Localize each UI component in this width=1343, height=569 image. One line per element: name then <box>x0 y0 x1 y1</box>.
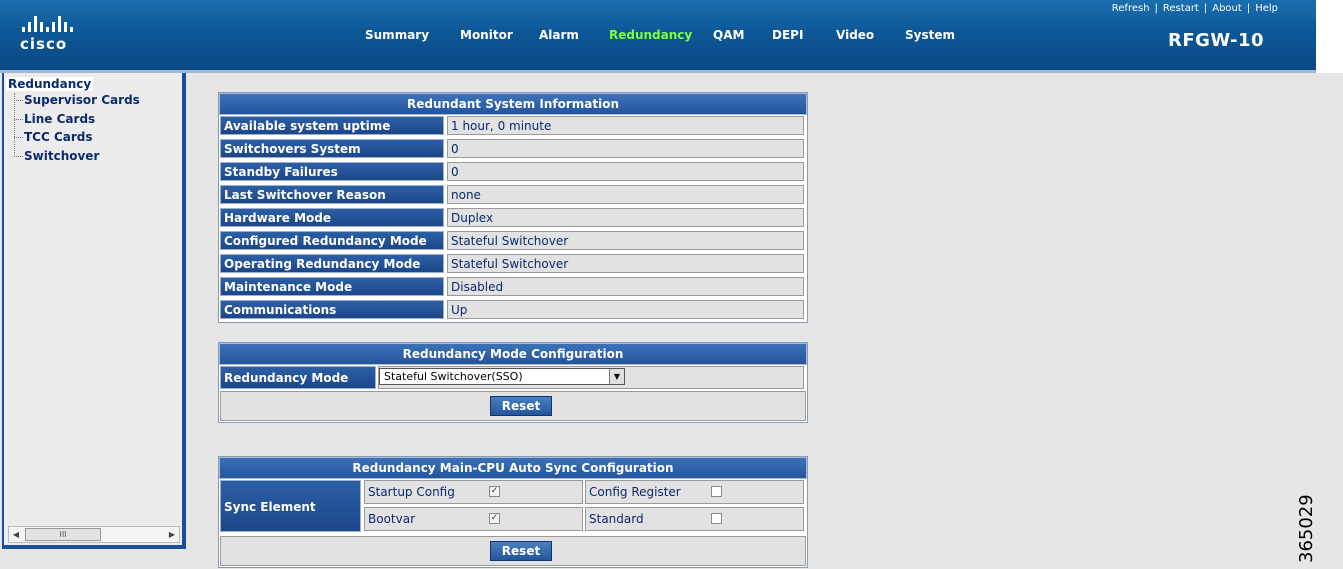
scroll-left-icon[interactable]: ◀ <box>9 527 23 542</box>
startup-config-checkbox[interactable]: ✓ <box>489 486 500 497</box>
nav-video[interactable]: Video <box>836 28 874 42</box>
standard-checkbox[interactable] <box>711 513 722 524</box>
navigation-tree: Redundancy Supervisor Cards Line Cards T… <box>2 73 186 549</box>
system-info-title: Redundant System Information <box>219 93 807 115</box>
mode-row: Redundancy Mode Stateful Switchover(SSO)… <box>219 365 807 390</box>
row-value: Disabled <box>447 277 804 296</box>
tree-item-tcc-cards[interactable]: TCC Cards <box>24 130 93 144</box>
sync-element-label: Sync Element <box>220 480 361 532</box>
tree-branch <box>14 100 23 101</box>
table-row: Maintenance Mode Disabled <box>219 276 807 299</box>
row-value: Stateful Switchover <box>447 231 804 250</box>
row-value: Stateful Switchover <box>447 254 804 273</box>
sync-standard-label: Standard <box>589 512 644 526</box>
mode-config-title: Redundancy Mode Configuration <box>219 343 807 365</box>
sync-reset-button[interactable]: Reset <box>490 541 552 561</box>
table-row: Operating Redundancy Mode Stateful Switch… <box>219 253 807 276</box>
sync-config-panel: Redundancy Main-CPU Auto Sync Configurat… <box>218 456 808 568</box>
nav-summary[interactable]: Summary <box>365 28 429 42</box>
redundancy-mode-select[interactable]: Stateful Switchover(SSO) ▼ <box>379 368 625 385</box>
nav-qam[interactable]: QAM <box>713 28 744 42</box>
sync-row: Sync Element Startup Config ✓ Config Reg… <box>219 479 807 535</box>
about-link[interactable]: About <box>1212 3 1242 14</box>
tree-branch <box>14 119 23 120</box>
table-row: Hardware Mode Duplex <box>219 207 807 230</box>
row-value: Duplex <box>447 208 804 227</box>
config-register-checkbox[interactable] <box>711 486 722 497</box>
mode-config-panel: Redundancy Mode Configuration Redundancy… <box>218 342 808 423</box>
nav-depi[interactable]: DEPI <box>772 28 803 42</box>
sync-reset-row: Reset <box>220 536 806 566</box>
tree-item-supervisor-cards[interactable]: Supervisor Cards <box>24 93 140 107</box>
nav-system[interactable]: System <box>905 28 955 42</box>
row-value: Up <box>447 300 804 319</box>
mode-reset-button[interactable]: Reset <box>490 396 552 416</box>
figure-id: 365029 <box>1296 494 1317 563</box>
row-label: Hardware Mode <box>220 208 444 227</box>
table-row: Configured Redundancy Mode Stateful Switc… <box>219 230 807 253</box>
system-info-panel: Redundant System Information Available s… <box>218 92 808 323</box>
cisco-logo: cisco <box>20 16 86 56</box>
row-label: Switchovers System Experienced <box>220 139 444 175</box>
tree-item-switchover[interactable]: Switchover <box>24 149 99 163</box>
row-label: Communications <box>220 300 444 319</box>
tree-branch <box>14 137 23 138</box>
header-right-strip <box>1316 0 1343 73</box>
sync-standard: Standard <box>585 507 804 531</box>
row-label: Available system uptime <box>220 116 444 135</box>
sync-bootvar-label: Bootvar <box>368 512 416 526</box>
row-value: none <box>447 185 804 204</box>
row-label: Standby Failures <box>220 162 444 181</box>
row-value: 0 <box>447 162 804 181</box>
row-label: Last Switchover Reason <box>220 185 444 204</box>
sync-config-title: Redundancy Main-CPU Auto Sync Configurat… <box>219 457 807 479</box>
sync-startup-config-label: Startup Config <box>368 485 455 499</box>
top-links: Refresh | Restart | About | Help <box>1111 3 1278 14</box>
chevron-down-icon[interactable]: ▼ <box>609 369 624 384</box>
row-value: 0 <box>447 139 804 158</box>
cisco-logo-bars <box>22 16 86 32</box>
app-header: cisco Refresh | Restart | About | Help Summary… <box>0 0 1316 73</box>
row-value: 1 hour, 0 minute <box>447 116 804 135</box>
sync-config-register: Config Register <box>585 480 804 504</box>
bootvar-checkbox[interactable]: ✓ <box>489 513 500 524</box>
restart-link[interactable]: Restart <box>1163 3 1199 14</box>
redundancy-mode-selected: Stateful Switchover(SSO) <box>384 370 523 383</box>
sync-bootvar: Bootvar ✓ <box>364 507 583 531</box>
table-row: Standby Failures 0 <box>219 161 807 184</box>
product-name: RFGW-10 <box>1168 30 1264 51</box>
row-label: Operating Redundancy Mode <box>220 254 444 273</box>
scroll-right-icon[interactable]: ▶ <box>165 527 179 542</box>
mode-reset-row: Reset <box>220 391 806 421</box>
help-link[interactable]: Help <box>1255 3 1278 14</box>
sync-config-register-label: Config Register <box>589 485 681 499</box>
table-row: Available system uptime 1 hour, 0 minute <box>219 115 807 138</box>
tree-connector <box>14 93 15 157</box>
redundancy-mode-label: Redundancy Mode <box>220 366 376 389</box>
nav-redundancy[interactable]: Redundancy <box>609 28 692 42</box>
table-row: Communications Up <box>219 299 807 322</box>
scrollbar-thumb[interactable]: III <box>25 528 101 541</box>
tree-branch <box>14 156 23 157</box>
table-row: Switchovers System Experienced0 <box>219 138 807 175</box>
tree-root-redundancy[interactable]: Redundancy <box>6 77 94 91</box>
refresh-link[interactable]: Refresh <box>1112 3 1150 14</box>
nav-alarm[interactable]: Alarm <box>539 28 579 42</box>
table-row: Last Switchover Reason none <box>219 184 807 207</box>
row-label: Configured Redundancy Mode <box>220 231 444 250</box>
tree-item-line-cards[interactable]: Line Cards <box>24 112 95 126</box>
sync-startup-config: Startup Config ✓ <box>364 480 583 504</box>
row-label: Maintenance Mode <box>220 277 444 296</box>
nav-monitor[interactable]: Monitor <box>460 28 513 42</box>
brand-text: cisco <box>20 35 68 53</box>
horizontal-scrollbar[interactable]: ◀ III ▶ <box>8 526 180 543</box>
